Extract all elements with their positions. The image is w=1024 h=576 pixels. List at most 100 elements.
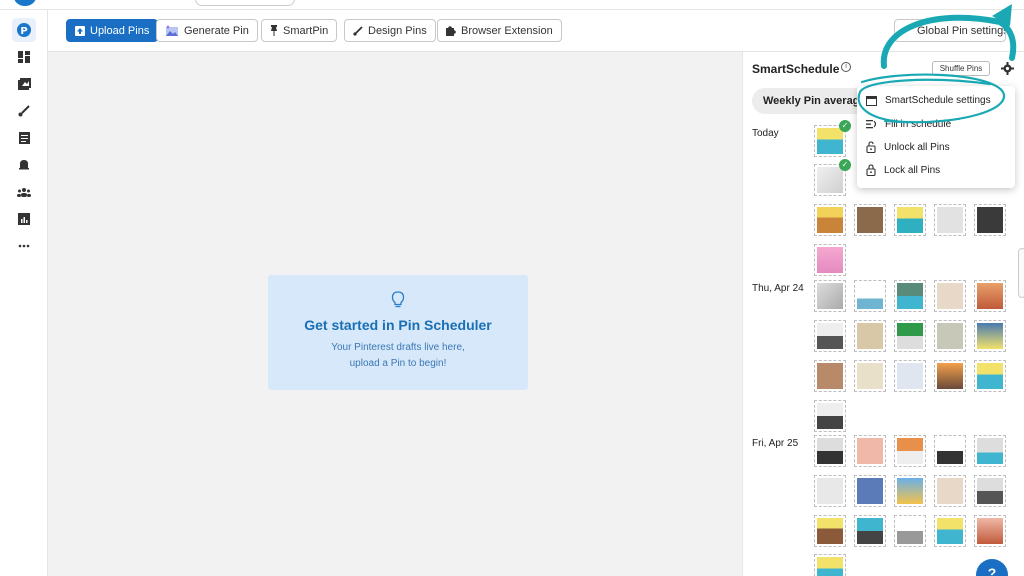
top-strip [0,0,1024,10]
pin-thumbnail[interactable] [934,204,966,236]
pin-thumbnail[interactable] [894,320,926,352]
pin-drafts-area: Get started in Pin Scheduler Your Pinter… [48,52,742,576]
scheduled-check-icon: ✓ [839,120,851,132]
brush-icon [353,25,363,36]
pin-thumbnail[interactable] [854,204,886,236]
menu-item-unlock-all-pins[interactable]: Unlock all Pins [857,136,1015,158]
design-pins-label: Design Pins [368,24,427,37]
pinterest-logo-icon[interactable]: P [12,18,36,42]
pin-thumbnail[interactable] [974,435,1006,467]
empty-state-card: Get started in Pin Scheduler Your Pinter… [268,275,528,390]
svg-text:P: P [20,26,27,37]
pin-thumbnail[interactable] [974,320,1006,352]
menu-item-label: Lock all Pins [884,164,941,176]
pin-thumbnail[interactable] [814,400,846,432]
design-pins-button[interactable]: Design Pins [344,19,436,42]
pin-thumbnail[interactable] [854,360,886,392]
lock-icon [866,164,876,176]
empty-state-line-1: Your Pinterest drafts live here, [331,342,465,353]
upload-pins-button[interactable]: Upload Pins [66,19,159,42]
pin-thumbnail[interactable] [974,475,1006,507]
pin-thumbnail[interactable] [814,360,846,392]
toolbar: Upload Pins Generate Pin SmartPin Design… [48,10,1024,52]
day-label: Today [752,128,779,139]
more-icon[interactable] [12,234,36,258]
pin-thumbnail[interactable]: ✓ [814,159,851,196]
pin-thumbnail[interactable] [854,320,886,352]
global-pin-settings-label: Global Pin settings [917,24,1006,37]
people-icon[interactable] [12,180,36,204]
menu-item-label: Unlock all Pins [884,141,950,153]
menu-item-lock-all-pins[interactable]: Lock all Pins [857,159,1015,181]
pin-thumbnail[interactable] [894,435,926,467]
upload-icon [75,25,85,36]
pin-thumbnail[interactable] [814,204,846,236]
empty-state-line-2: upload a Pin to begin! [349,358,447,369]
menu-item-label: SmartSchedule settings [885,94,991,106]
unlock-icon [866,141,876,153]
scheduled-check-icon: ✓ [839,159,851,171]
menu-item-fill-in-schedule[interactable]: Fill in schedule [857,113,1015,135]
gallery-icon[interactable] [12,72,36,96]
pin-thumbnail[interactable] [814,554,846,576]
pin-thumbnail[interactable] [814,320,846,352]
pin-thumbnail[interactable] [814,435,846,467]
gear-icon[interactable] [1000,61,1014,75]
document-icon[interactable] [12,126,36,150]
pin-thumbnail[interactable] [854,515,886,547]
smartschedule-menu: SmartSchedule settings Fill in schedule … [857,86,1015,188]
left-rail: P [0,10,48,576]
pin-thumbnail[interactable] [814,475,846,507]
shuffle-pins-button[interactable]: Shuffle Pins [932,61,990,76]
pin-thumbnail[interactable] [894,204,926,236]
dashboard-icon[interactable] [12,45,36,69]
pushpin-icon [271,25,277,36]
brush-icon[interactable] [12,99,36,123]
calendar-icon [866,95,877,106]
weekly-pin-average: Weekly Pin average [752,88,862,114]
pin-thumbnail[interactable] [934,280,966,312]
weekly-pin-average-label: Weekly Pin average [763,95,862,107]
pin-thumbnail[interactable] [814,244,846,276]
account-pill[interactable] [195,0,295,6]
pin-thumbnail[interactable] [934,515,966,547]
pin-thumbnail[interactable] [814,515,846,547]
smartpin-button[interactable]: SmartPin [261,19,338,42]
pin-thumbnail[interactable] [934,360,966,392]
info-icon[interactable]: i [841,62,851,72]
app-window: P Upload Pins Generate Pin SmartPin Desi… [0,0,1024,576]
pin-thumbnail[interactable] [934,435,966,467]
pin-thumbnail[interactable] [894,475,926,507]
side-panel-handle[interactable] [1018,248,1024,298]
global-pin-settings-button[interactable]: Global Pin settings [894,19,1006,42]
pin-thumbnail[interactable] [814,280,846,312]
pin-thumbnail[interactable] [974,204,1006,236]
menu-item-smartschedule-settings[interactable]: SmartSchedule settings [857,89,1015,111]
pin-thumbnail[interactable] [934,475,966,507]
browser-extension-button[interactable]: Browser Extension [437,19,562,42]
upload-pins-label: Upload Pins [90,24,150,37]
pin-thumbnail[interactable] [894,515,926,547]
pin-thumbnail[interactable] [974,515,1006,547]
pin-thumbnail[interactable] [854,475,886,507]
bell-icon[interactable] [12,153,36,177]
pin-thumbnail[interactable] [934,320,966,352]
pin-thumbnail[interactable] [974,280,1006,312]
pin-thumbnail[interactable] [854,280,886,312]
smartpin-label: SmartPin [283,24,329,37]
generate-pin-label: Generate Pin [184,24,249,37]
generate-pin-button[interactable]: Generate Pin [156,19,258,42]
menu-item-label: Fill in schedule [885,118,952,130]
pin-thumbnail[interactable] [974,360,1006,392]
pin-thumbnail[interactable] [894,280,926,312]
empty-state-title: Get started in Pin Scheduler [304,317,492,333]
pin-thumbnail[interactable]: ✓ [814,120,851,157]
pin-thumbnail[interactable] [854,435,886,467]
puzzle-icon [446,25,456,36]
analytics-icon[interactable] [12,207,36,231]
day-label: Thu, Apr 24 [752,283,804,294]
pin-thumbnail[interactable] [894,360,926,392]
app-logo[interactable] [14,0,36,6]
browser-extension-label: Browser Extension [461,24,553,37]
sparkle-image-icon [166,24,178,36]
